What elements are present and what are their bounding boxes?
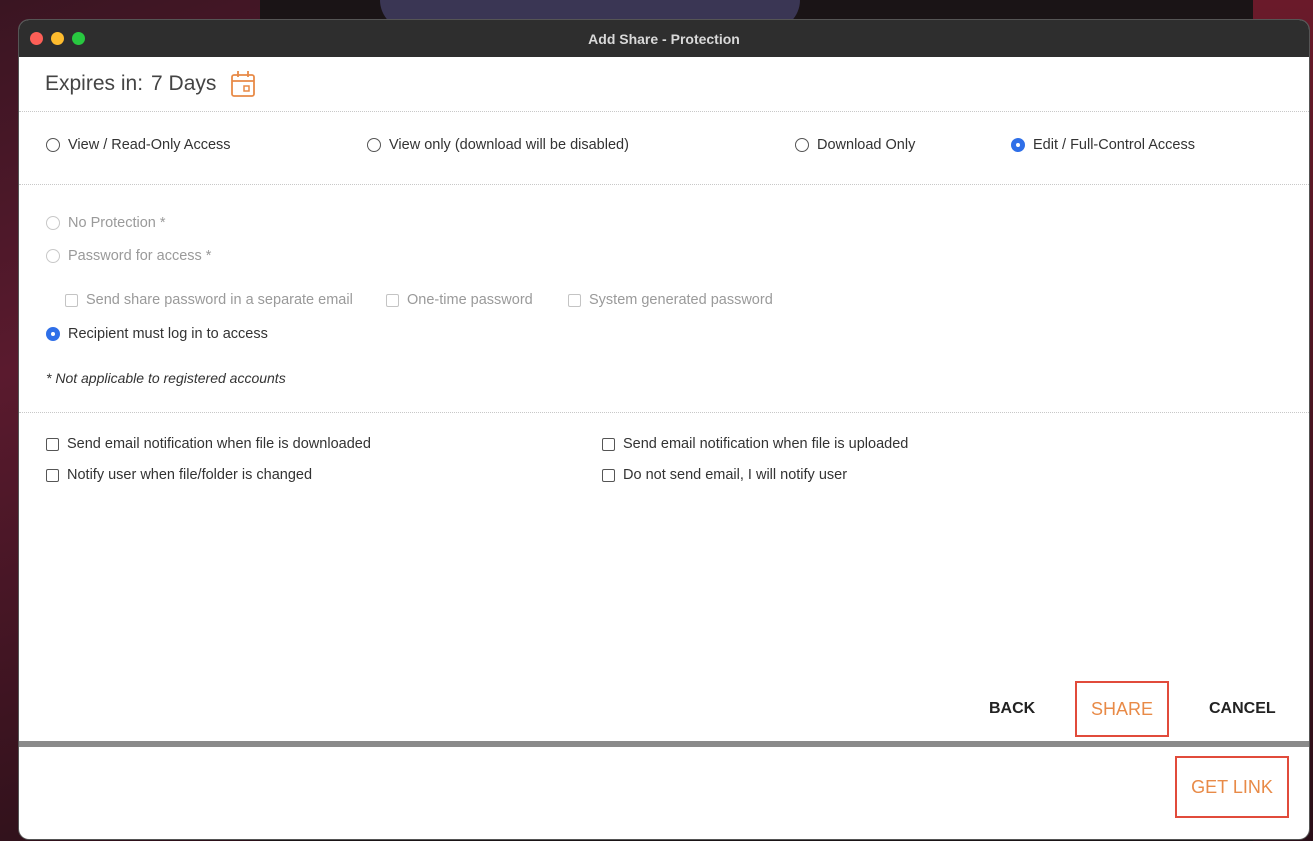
access-level-group: View / Read-Only Access View only (downl… xyxy=(19,112,1309,185)
access-edit-full-control[interactable]: Edit / Full-Control Access xyxy=(1011,137,1195,153)
access-option-label: Download Only xyxy=(817,137,916,153)
notify-download-checkbox[interactable]: Send email notification when file is dow… xyxy=(46,436,371,452)
zoom-window-button[interactable] xyxy=(72,32,85,45)
login-required-label: Recipient must log in to access xyxy=(68,326,268,342)
radio-button-selected[interactable] xyxy=(46,327,60,341)
get-link-button[interactable]: GET LINK xyxy=(1175,756,1289,818)
back-button[interactable]: BACK xyxy=(989,700,1035,718)
expires-label: Expires in: xyxy=(45,72,144,95)
checkbox-label: Do not send email, I will notify user xyxy=(623,467,848,483)
expires-value: 7 Days xyxy=(151,72,217,95)
checkbox[interactable] xyxy=(46,437,59,451)
radio-button-selected[interactable] xyxy=(1011,138,1025,152)
checkbox[interactable] xyxy=(46,468,59,482)
checkbox[interactable] xyxy=(386,293,399,307)
checkbox[interactable] xyxy=(568,293,581,307)
access-view-only-no-download[interactable]: View only (download will be disabled) xyxy=(367,137,629,153)
radio-button[interactable] xyxy=(795,138,809,152)
checkbox[interactable] xyxy=(602,437,615,451)
access-option-label: View / Read-Only Access xyxy=(68,137,231,153)
access-download-only[interactable]: Download Only xyxy=(795,137,915,153)
one-time-password-checkbox[interactable]: One-time password xyxy=(386,292,533,308)
checkbox[interactable] xyxy=(65,293,78,307)
title-bar: Add Share - Protection xyxy=(19,20,1309,57)
radio-button-disabled[interactable] xyxy=(46,249,60,263)
login-required-option[interactable]: Recipient must log in to access xyxy=(46,326,268,342)
checkbox[interactable] xyxy=(602,468,615,482)
notify-upload-checkbox[interactable]: Send email notification when file is upl… xyxy=(602,436,908,452)
access-option-label: Edit / Full-Control Access xyxy=(1033,137,1195,153)
radio-button[interactable] xyxy=(367,138,381,152)
share-button[interactable]: SHARE xyxy=(1075,681,1169,737)
no-protection-label: No Protection * xyxy=(68,215,166,231)
access-option-label: View only (download will be disabled) xyxy=(389,137,629,153)
notify-change-checkbox[interactable]: Notify user when file/folder is changed xyxy=(46,467,312,483)
no-email-checkbox[interactable]: Do not send email, I will notify user xyxy=(602,467,847,483)
minimize-window-button[interactable] xyxy=(51,32,64,45)
cancel-button[interactable]: CANCEL xyxy=(1209,700,1276,718)
calendar-icon[interactable] xyxy=(230,70,256,98)
section-divider xyxy=(19,741,1309,747)
radio-button-disabled[interactable] xyxy=(46,216,60,230)
access-view-readonly[interactable]: View / Read-Only Access xyxy=(46,137,231,153)
dialog-window: Add Share - Protection Expires in: 7 Day… xyxy=(19,20,1309,839)
window-title: Add Share - Protection xyxy=(588,30,740,47)
checkbox-label: One-time password xyxy=(407,292,533,308)
checkbox-label: Send share password in a separate email xyxy=(86,292,353,308)
action-bar: BACK SHARE CANCEL xyxy=(19,678,1309,742)
no-protection-option[interactable]: No Protection * xyxy=(46,215,166,231)
window-controls xyxy=(30,32,85,45)
protection-section: No Protection * Password for access * Se… xyxy=(19,185,1309,413)
checkbox-label: Notify user when file/folder is changed xyxy=(67,467,313,483)
notification-section: Send email notification when file is dow… xyxy=(19,413,1309,713)
password-label: Password for access * xyxy=(68,248,212,264)
checkbox-label: System generated password xyxy=(589,292,773,308)
close-window-button[interactable] xyxy=(30,32,43,45)
checkbox-label: Send email notification when file is upl… xyxy=(623,436,909,452)
radio-button[interactable] xyxy=(46,138,60,152)
separate-email-password-checkbox[interactable]: Send share password in a separate email xyxy=(65,292,353,308)
checkbox-label: Send email notification when file is dow… xyxy=(67,436,371,452)
system-generated-password-checkbox[interactable]: System generated password xyxy=(568,292,773,308)
not-applicable-note: * Not applicable to registered accounts xyxy=(46,370,286,386)
expires-section: Expires in: 7 Days xyxy=(19,57,1309,112)
password-option[interactable]: Password for access * xyxy=(46,248,211,264)
